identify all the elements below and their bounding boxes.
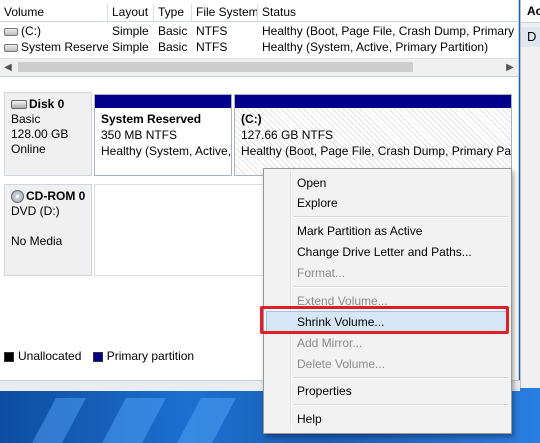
- menu-item-add-mirror[interactable]: Add Mirror...: [267, 333, 508, 353]
- menu-separator: [294, 286, 508, 288]
- volume-row[interactable]: (C:) Simple Basic NTFS Healthy (Boot, Pa…: [0, 23, 518, 39]
- highlight-annotation-box: [260, 306, 509, 334]
- desktop-window-pane: [24, 398, 86, 443]
- screen: Volume Layout Type File System Status (C…: [0, 0, 540, 443]
- menu-item-mark-partition-active[interactable]: Mark Partition as Active: [267, 221, 508, 241]
- disk-size: 128.00 GB: [11, 127, 69, 141]
- column-header-status[interactable]: Status: [258, 4, 518, 21]
- column-header-volume[interactable]: Volume: [0, 4, 108, 21]
- context-menu: Open Explore Mark Partition as Active Ch…: [263, 168, 512, 434]
- partition-status: Healthy (Boot, Page File, Crash Dump, Pr…: [241, 144, 511, 158]
- scroll-left-icon[interactable]: ◀: [0, 59, 16, 76]
- desktop-window-pane: [94, 398, 166, 443]
- menu-separator: [294, 404, 508, 406]
- disk-kind: Basic: [11, 112, 41, 126]
- primary-partition-swatch: [92, 351, 103, 362]
- volume-file-system: NTFS: [196, 40, 228, 54]
- volume-list-header: Volume Layout Type File System Status: [0, 4, 518, 22]
- actions-pane: Ac D: [520, 0, 540, 388]
- disk-name: Disk 0: [29, 97, 65, 111]
- actions-header: Ac: [521, 0, 540, 23]
- disk-0-label[interactable]: Disk 0 Basic 128.00 GB Online: [4, 92, 92, 176]
- partition-name: System Reserved: [101, 112, 202, 126]
- partition-system-reserved[interactable]: System Reserved 350 MB NTFS Healthy (Sys…: [94, 94, 232, 176]
- unallocated-swatch: [4, 351, 14, 362]
- drive-icon: [4, 27, 18, 36]
- cd-rom-icon: [11, 190, 24, 204]
- partition-name: (C:): [241, 112, 262, 126]
- legend-label: Primary partition: [106, 349, 195, 363]
- menu-item-properties[interactable]: Properties: [267, 381, 508, 401]
- volume-name-cell: System Reserved: [0, 39, 108, 55]
- volume-name-cell: (C:): [0, 23, 108, 39]
- hard-disk-icon: [11, 100, 27, 110]
- primary-partition-bar: [235, 95, 511, 108]
- menu-item-change-drive-letter[interactable]: Change Drive Letter and Paths...: [267, 242, 508, 262]
- column-header-layout[interactable]: Layout: [108, 4, 154, 21]
- disk-state: Online: [11, 142, 46, 156]
- menu-separator: [294, 377, 508, 379]
- disk-name: CD-ROM 0: [26, 189, 86, 203]
- volume-status: Healthy (Boot, Page File, Crash Dump, Pr…: [262, 24, 518, 38]
- primary-partition-bar: [95, 95, 231, 108]
- menu-item-explore[interactable]: Explore: [267, 193, 508, 213]
- volume-row[interactable]: System Reserved Simple Basic NTFS Health…: [0, 39, 518, 55]
- scrollbar-thumb[interactable]: [18, 62, 413, 72]
- volume-status: Healthy (System, Active, Primary Partiti…: [262, 40, 489, 54]
- menu-item-open[interactable]: Open: [267, 173, 508, 193]
- disk-state: No Media: [11, 234, 63, 248]
- volume-layout: Simple: [112, 40, 149, 54]
- partition-status: Healthy (System, Active,: [101, 144, 231, 158]
- disk-kind: DVD (D:): [11, 204, 60, 218]
- volume-file-system: NTFS: [196, 24, 228, 38]
- menu-item-delete-volume[interactable]: Delete Volume...: [267, 354, 508, 374]
- menu-item-help[interactable]: Help: [267, 409, 508, 429]
- legend: Unallocated Primary partition: [4, 349, 194, 363]
- cd-rom-0-label[interactable]: CD-ROM 0 DVD (D:) No Media: [4, 184, 92, 276]
- partition-c[interactable]: (C:) 127.66 GB NTFS Healthy (Boot, Page …: [234, 94, 512, 176]
- scroll-right-icon[interactable]: ▶: [502, 59, 518, 76]
- actions-item[interactable]: D: [521, 27, 540, 47]
- volume-type: Basic: [158, 40, 188, 54]
- partition-size: 127.66 GB NTFS: [241, 128, 334, 142]
- desktop-window-pane: [169, 398, 236, 443]
- volume-type: Basic: [158, 24, 188, 38]
- menu-item-format[interactable]: Format...: [267, 263, 508, 283]
- column-header-type[interactable]: Type: [154, 4, 192, 21]
- drive-icon: [4, 43, 18, 52]
- column-header-file-system[interactable]: File System: [192, 4, 258, 21]
- horizontal-scrollbar[interactable]: ◀ ▶: [0, 58, 518, 77]
- legend-label: Unallocated: [18, 349, 82, 363]
- volume-name: System Reserved: [21, 40, 108, 54]
- partition-size: 350 MB NTFS: [101, 128, 178, 142]
- menu-separator: [294, 216, 508, 218]
- volume-layout: Simple: [112, 24, 149, 38]
- volume-name: (C:): [21, 24, 41, 38]
